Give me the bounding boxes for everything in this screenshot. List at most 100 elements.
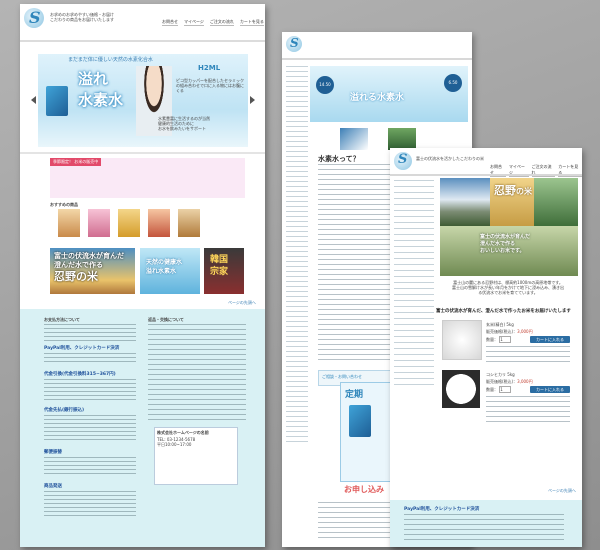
nav-contact[interactable]: お問合せ: [162, 19, 178, 26]
site-logo-2[interactable]: S: [286, 36, 302, 52]
header-tagline-3: 富士の伏流水を活かしたこだわりの米: [416, 156, 484, 161]
product-photo-2: [340, 128, 368, 150]
hero-forest: [534, 178, 578, 226]
season-section: 季節限定！ お米の販売中: [50, 158, 245, 198]
pagetop-link-3[interactable]: ページの先頭へ: [548, 488, 576, 493]
page-mockup-top: S お求めのお求めやすい価格・お届け こだわりの商品をお届けいたします お問合せ…: [20, 4, 265, 547]
shipping-text: [44, 491, 136, 519]
delivery-text: [44, 379, 136, 401]
shipping-title: 商品発送: [44, 484, 62, 489]
water-card-text: 天然の健康水 溢れ水素水: [146, 259, 183, 275]
footer-right-column: 返品・交換について 株式会社ホームページの名前 TEL: 03-1234-567…: [148, 317, 246, 539]
product-price-1: 販売価格(税込)：3,000円: [486, 329, 533, 334]
intro-text: 富士山の麓にある忍野村は、標高約1000mの高原地帯です。富士山の雪解け水が長い…: [452, 280, 564, 295]
banner-divider: [20, 152, 265, 154]
subscription-card[interactable]: 定期: [340, 382, 394, 482]
product-thumb[interactable]: [58, 209, 80, 237]
return-title: 返品・交換について: [148, 317, 184, 322]
banner-title: 溢れ 水素水: [78, 70, 124, 109]
add-to-cart-button-2[interactable]: カートに入れる: [530, 386, 570, 393]
banner-text-2: 溢れる水素水: [350, 93, 405, 103]
bank-title: 代金先払(銀行振込): [44, 408, 85, 413]
site-logo-3[interactable]: S: [394, 152, 412, 170]
product-thumb[interactable]: [88, 209, 110, 237]
site-logo[interactable]: S: [24, 8, 44, 28]
header-divider: [20, 40, 265, 42]
product-qty-2: 数量： 1: [486, 386, 512, 393]
slogan: 富士の伏流水が育んだ、澄んだ水で作ったお米をお届けいたします: [436, 309, 571, 314]
paypal-label-3: PayPal利用、クレジットカード決済: [404, 507, 480, 512]
product-name-2: コシヒカリ 5kg: [486, 372, 515, 377]
nav-flow[interactable]: ご注文の流れ: [209, 19, 234, 26]
promo-card-water[interactable]: 天然の健康水 溢れ水素水: [140, 248, 200, 294]
nav-mypage[interactable]: マイページ: [184, 19, 204, 26]
payment-text: [44, 324, 136, 342]
hero-lower: 富士の伏流水が育んだ 澄んだ水で作る おいしいお米です。: [440, 226, 578, 276]
product-name-1: 玄米(精白) 5kg: [486, 322, 514, 327]
rice-card-text: 富士の伏流水が育んだ 澄んだ水で作る 忍野の米: [54, 252, 124, 283]
footer-left-column: お支払方法について PayPal利用、クレジットカード決済 代金引換(代金引換料…: [44, 317, 136, 539]
postal-title: 郵便振替: [44, 450, 62, 455]
company-box: 株式会社ホームページの名前 TEL: 03-1234-5678 平日10:00~…: [154, 427, 238, 485]
product-qty-1: 数量： 1: [486, 336, 512, 343]
header-divider-2: [282, 58, 472, 60]
forest-photo-2: [388, 128, 416, 150]
qty-input-2[interactable]: 1: [499, 386, 512, 393]
footer: お支払方法について PayPal利用、クレジットカード決済 代金引換(代金引換料…: [20, 309, 265, 547]
banner-side-text: ピコ型カッパーを配合したセラミックの組み合わせで口に入る物にはお腹にくる: [176, 78, 244, 93]
product-thumb[interactable]: [118, 209, 140, 237]
banner-next-arrow[interactable]: [250, 96, 255, 104]
header-nav: お問合せ マイページ ご注文の流れ カートを見る: [162, 19, 264, 26]
product-thumb[interactable]: [148, 209, 170, 237]
apply-label[interactable]: お申し込み: [344, 484, 384, 495]
banner-badge: H2ML: [198, 64, 221, 72]
header-tagline: お求めのお求めやすい価格・お届け こだわりの商品をお届けいたします: [50, 12, 114, 22]
sidebar-3: [394, 180, 434, 390]
payment-title: お支払方法について: [44, 317, 80, 322]
banner-product-image: [46, 86, 68, 116]
return-text: [148, 324, 246, 420]
page-mockup-rice: S 富士の伏流水を活かしたこだわりの米 お問合せ マイページ ご注文の流れ カー…: [390, 148, 582, 547]
hero-copy: 富士の伏流水が育んだ 澄んだ水で作る おいしいお米です。: [480, 234, 531, 254]
season-label: 季節限定！ お米の販売中: [50, 158, 102, 166]
paypal-label: PayPal利用、クレジットカード決済: [44, 346, 120, 351]
product-desc-1: [486, 346, 570, 366]
promo-card-rice[interactable]: 富士の伏流水が育んだ 澄んだ水で作る 忍野の米: [50, 248, 135, 294]
subscription-title: 定期: [345, 390, 364, 400]
banner-headline: まだまだ体に優しい天然の水素化合水: [68, 57, 153, 63]
product-price-2: 販売価格(税込)：3,000円: [486, 379, 533, 384]
hero-banner[interactable]: まだまだ体に優しい天然の水素化合水 溢れ 水素水 H2ML ピコ型カッパーを配合し…: [38, 54, 248, 147]
product-image-1[interactable]: [442, 320, 482, 360]
company-name: 株式会社ホームページの名前: [157, 430, 209, 435]
header-divider-3: [390, 174, 582, 176]
hero-fuji: [440, 178, 490, 226]
card-logos: [44, 353, 136, 363]
promo-card-korea[interactable]: 韓国 宗家: [204, 248, 244, 294]
footer-text-2: [318, 502, 390, 540]
brand-title: 忍野の米: [494, 184, 532, 197]
section-title-2: 水素水って？: [318, 155, 360, 163]
add-to-cart-button-1[interactable]: カートに入れる: [530, 336, 570, 343]
nav-cart[interactable]: カートを見る: [239, 19, 264, 26]
product-thumb[interactable]: [178, 209, 200, 237]
delivery-title: 代金引換(代金引換料315~367円): [44, 372, 116, 377]
footer-3: PayPal利用、クレジットカード決済: [390, 500, 582, 547]
banner-badge-right: 6.50: [444, 74, 462, 92]
product-desc-2: [486, 396, 570, 424]
postal-text: [44, 457, 136, 477]
subscription-product: [349, 405, 371, 437]
recommend-label: おすすめの商品: [50, 202, 78, 207]
company-hours: 平日10:00~17:00: [157, 442, 192, 447]
sidebar-2: [286, 66, 308, 446]
qty-input-1[interactable]: 1: [499, 336, 512, 343]
content-text-2: [318, 164, 390, 364]
banner-badge-left: 14.50: [316, 76, 334, 94]
banner-prev-arrow[interactable]: [31, 96, 36, 104]
banner-bullets: 水素豊富に生活するのが当然 健康的生活のために お水を飲みたいをサポート: [158, 116, 210, 131]
korea-card-text: 韓国 宗家: [210, 255, 229, 277]
hero-rice: 忍野の米: [490, 178, 534, 226]
product-image-2[interactable]: [442, 370, 480, 408]
bank-text: [44, 415, 136, 443]
pagetop-link[interactable]: ページの先頭へ: [228, 300, 256, 305]
water-banner[interactable]: 14.50 6.50 溢れる水素水: [310, 66, 468, 122]
